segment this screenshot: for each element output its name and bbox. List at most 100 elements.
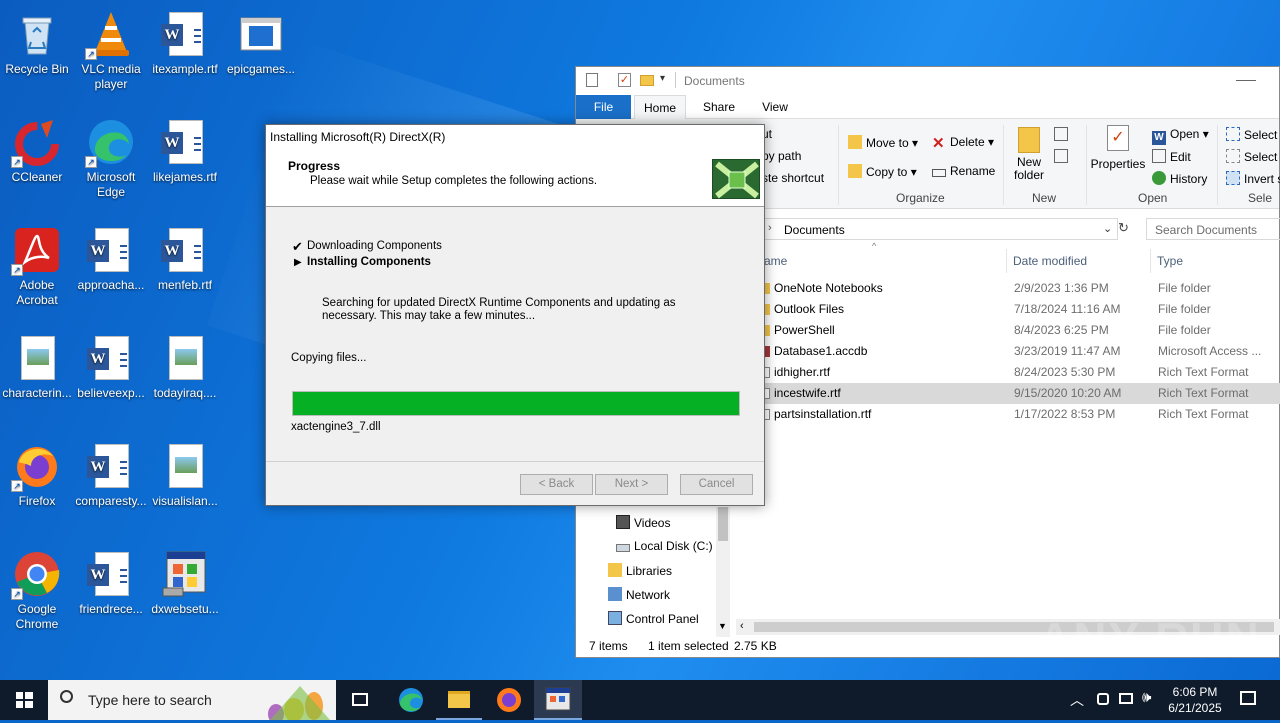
folder-icon[interactable] xyxy=(640,75,654,86)
desktop-icon-chrome[interactable]: ↗ Google Chrome xyxy=(0,544,74,632)
address-bar[interactable]: › Documents ⌄ xyxy=(764,218,1118,240)
search-box[interactable]: Search Documents xyxy=(1146,218,1280,240)
chevron-down-icon[interactable]: ▾ xyxy=(660,73,665,84)
paste-shortcut-button[interactable]: ste shortcut xyxy=(762,171,824,185)
scroll-down-icon[interactable]: ▼ xyxy=(718,621,727,631)
nav-label: Network xyxy=(626,588,671,602)
desktop-icon-edge[interactable]: ↗ Microsoft Edge xyxy=(74,112,148,200)
network-tray-icon[interactable] xyxy=(1119,693,1133,704)
scroll-left-icon[interactable]: ‹ xyxy=(740,620,744,632)
easy-access-icon[interactable] xyxy=(1054,149,1068,163)
nav-item-control-panel[interactable]: Control Panel xyxy=(608,611,699,626)
desktop-icon-visualislan[interactable]: visualislan... xyxy=(148,436,222,509)
nav-item-videos[interactable]: Videos xyxy=(616,515,670,530)
file-type: Rich Text Format xyxy=(1158,386,1249,400)
copy-path-button[interactable]: py path xyxy=(762,149,801,163)
cancel-button[interactable]: Cancel xyxy=(680,474,753,495)
taskbar-dxsetup[interactable] xyxy=(534,680,582,720)
desktop-icon-friendrece[interactable]: W friendrece... xyxy=(74,544,148,617)
search-placeholder: Search Documents xyxy=(1155,223,1258,237)
file-name: OneNote Notebooks xyxy=(774,281,883,295)
windows-logo-icon xyxy=(16,692,33,708)
desktop-icon-comparesty[interactable]: W comparesty... xyxy=(74,436,148,509)
history-label: History xyxy=(1170,172,1208,186)
select-none-button[interactable]: Select n xyxy=(1226,149,1280,164)
select-all-icon xyxy=(1226,127,1240,141)
column-name-header[interactable]: ame xyxy=(764,254,787,268)
tab-share[interactable]: Share xyxy=(694,95,744,119)
column-type-header[interactable]: Type xyxy=(1157,254,1183,268)
desktop-icon-likejames[interactable]: W likejames.rtf xyxy=(148,112,222,185)
word-doc-icon: W xyxy=(161,118,209,166)
desktop-icon-characterin[interactable]: characterin... xyxy=(0,328,74,401)
refresh-icon[interactable]: ↻ xyxy=(1118,220,1129,236)
column-date-header[interactable]: Date modified xyxy=(1013,254,1087,268)
group-open-label: Open xyxy=(1138,191,1168,205)
properties-button[interactable]: ✓ Properties xyxy=(1090,125,1146,171)
edge-taskbar-icon xyxy=(399,688,423,712)
desktop-icon-approacha[interactable]: W approacha... xyxy=(74,220,148,293)
file-date: 2/9/2023 1:36 PM xyxy=(1014,281,1109,295)
acrobat-icon: ↗ xyxy=(11,226,61,276)
meet-now-icon[interactable] xyxy=(1097,693,1109,705)
desktop-icon-label: todayiraq.... xyxy=(153,386,217,400)
select-all-button[interactable]: Select a xyxy=(1226,127,1280,142)
address-dropdown-icon[interactable]: ⌄ xyxy=(1103,222,1112,235)
task-view-button[interactable] xyxy=(338,680,382,720)
invert-selection-button[interactable]: Invert s xyxy=(1226,171,1280,186)
minimize-button[interactable] xyxy=(1236,71,1256,81)
open-button[interactable]: W Open ▾ xyxy=(1152,127,1209,145)
nav-label: Local Disk (C:) xyxy=(634,539,713,553)
show-hidden-icons-icon[interactable]: ︿ xyxy=(1070,690,1084,710)
nav-item-network[interactable]: Network xyxy=(608,587,670,602)
new-folder-button[interactable]: New folder xyxy=(1012,127,1046,182)
desktop-icon-vlc[interactable]: ↗ VLC media player xyxy=(74,4,148,92)
start-button[interactable] xyxy=(0,680,48,720)
group-organize-label: Organize xyxy=(896,191,945,205)
nav-scroll-thumb[interactable] xyxy=(718,507,728,541)
file-date: 8/24/2023 5:30 PM xyxy=(1014,365,1116,379)
desktop-icon-firefox[interactable]: ↗ Firefox xyxy=(0,436,74,509)
move-to-button[interactable]: Move to ▾ xyxy=(848,135,918,150)
copy-to-button[interactable]: Copy to ▾ xyxy=(848,164,917,179)
edit-button[interactable]: Edit xyxy=(1152,149,1191,164)
step-downloading: Downloading Components xyxy=(307,240,442,252)
task-view-icon xyxy=(352,693,368,706)
desktop-icon-dxwebsetup[interactable]: dxwebsetu... xyxy=(148,544,222,617)
back-button[interactable]: < Back xyxy=(520,474,593,495)
volume-icon[interactable]: 🕪 xyxy=(1142,689,1151,706)
next-button[interactable]: Next > xyxy=(595,474,668,495)
desktop-icon-ccleaner[interactable]: ↗ CCleaner xyxy=(0,112,74,185)
desktop-icon-todayiraq[interactable]: todayiraq.... xyxy=(148,328,222,401)
desktop-icon-acrobat[interactable]: ↗ Adobe Acrobat xyxy=(0,220,74,308)
history-button[interactable]: History xyxy=(1152,171,1207,186)
desktop-icon-epicgames[interactable]: epicgames... xyxy=(224,4,298,77)
nav-item-local-disk[interactable]: Local Disk (C:) xyxy=(616,539,713,553)
tab-view[interactable]: View xyxy=(750,95,800,119)
image-doc-icon xyxy=(161,442,209,490)
nav-item-libraries[interactable]: Libraries xyxy=(608,563,672,578)
desktop-icon-itexample[interactable]: W itexample.rtf xyxy=(148,4,222,77)
videos-icon xyxy=(616,515,630,529)
tab-file[interactable]: File xyxy=(576,95,631,119)
nav-scrollbar[interactable]: ▼ xyxy=(716,507,730,637)
group-new-label: New xyxy=(1032,191,1057,205)
checkmark-icon[interactable]: ✓ xyxy=(618,73,631,87)
new-item-icon[interactable] xyxy=(1054,127,1068,141)
copy-folder-icon xyxy=(848,164,862,178)
desktop-icon-menfeb[interactable]: W menfeb.rtf xyxy=(148,220,222,293)
delete-button[interactable]: ✕ Delete ▾ xyxy=(932,135,994,151)
desktop-icon-recycle-bin[interactable]: Recycle Bin xyxy=(0,4,74,77)
notifications-icon[interactable] xyxy=(1240,691,1256,705)
properties-icon[interactable] xyxy=(586,73,598,87)
taskbar-firefox[interactable] xyxy=(486,680,532,720)
clock[interactable]: 6:06 PM 6/21/2025 xyxy=(1164,684,1226,716)
tab-home[interactable]: Home xyxy=(634,95,686,119)
desktop-icon-believeexp[interactable]: W believeexp... xyxy=(74,328,148,401)
progress-fill xyxy=(293,392,739,415)
taskbar-file-explorer[interactable] xyxy=(436,680,482,720)
taskbar-search-box[interactable]: Type here to search xyxy=(48,680,336,720)
file-type: File folder xyxy=(1158,281,1211,295)
rename-button[interactable]: Rename xyxy=(932,164,995,178)
taskbar-edge[interactable] xyxy=(388,680,434,720)
